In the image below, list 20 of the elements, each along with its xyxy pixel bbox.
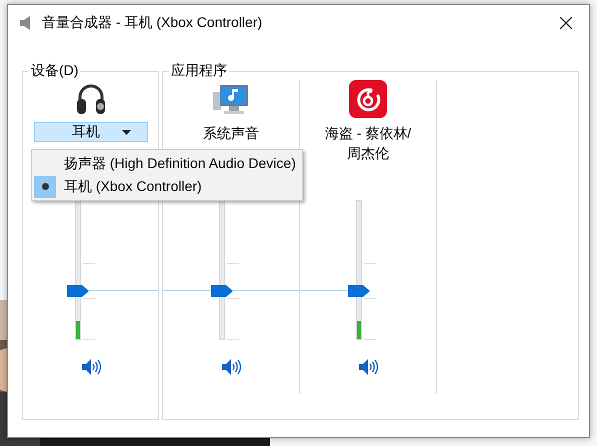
- menu-item[interactable]: 耳机 (Xbox Controller): [32, 175, 302, 198]
- group-label: 设备(D): [30, 62, 80, 80]
- speaker-icon: [20, 16, 32, 30]
- link-line: [163, 290, 211, 291]
- app-name: 海盗 - 蔡依林/周杰伦: [324, 124, 412, 163]
- headphones-icon: [76, 83, 106, 115]
- close-icon: [560, 16, 572, 28]
- caret-icon: [122, 130, 131, 134]
- group-label: 应用程序: [170, 62, 228, 80]
- window-title: 音量合成器 - 耳机 (Xbox Controller): [42, 14, 264, 32]
- slider-thumb[interactable]: [211, 285, 233, 297]
- slider-thumb[interactable]: [348, 285, 370, 297]
- link-line: [89, 290, 158, 291]
- slider-thumb[interactable]: [67, 285, 89, 297]
- music-app-icon: [349, 80, 387, 118]
- menu-item[interactable]: 扬声器 (High Definition Audio Device): [32, 152, 302, 175]
- monitor-icon: [212, 83, 250, 115]
- bullet-icon: [42, 183, 48, 190]
- app-name: 系统声音: [202, 124, 260, 143]
- device-dropdown[interactable]: 耳机: [34, 122, 148, 142]
